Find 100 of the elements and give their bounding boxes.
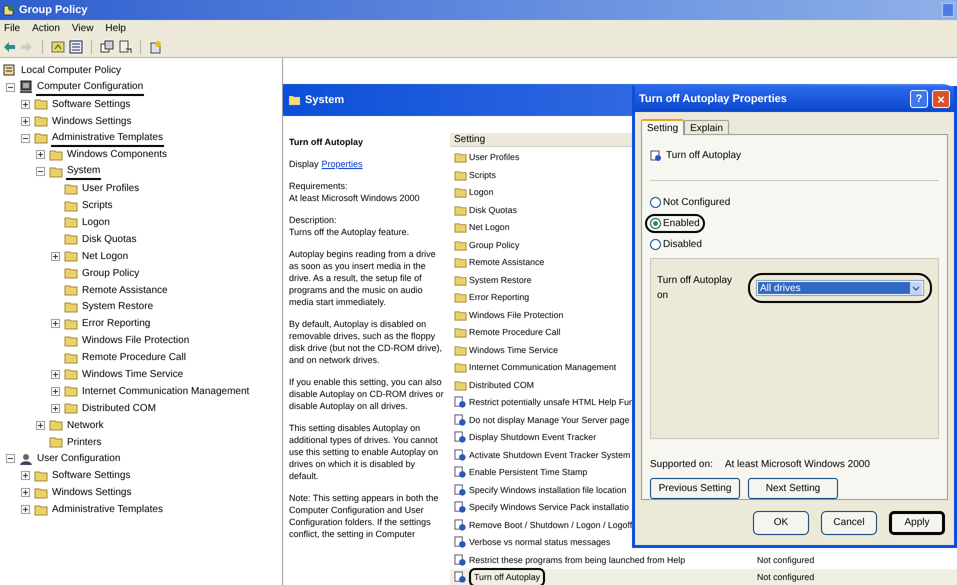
expand-icon[interactable] <box>21 100 30 109</box>
collapse-icon[interactable] <box>21 134 30 142</box>
dialog-button[interactable]: Apply <box>889 510 945 534</box>
expand-icon[interactable] <box>21 471 30 480</box>
tree-item[interactable]: Error Reporting <box>81 316 152 332</box>
setting-name[interactable]: Logon <box>469 186 494 200</box>
tree-item[interactable]: Remote Procedure Call <box>81 350 187 366</box>
tree-item[interactable]: System <box>66 163 102 180</box>
expand-icon[interactable] <box>51 386 60 396</box>
expand-icon[interactable] <box>51 252 60 261</box>
tree-item[interactable]: Network <box>66 418 105 433</box>
description-text: Autoplay begins reading from a drive as soon as you insert media in the drive. As a result, the setup file of programs and the music on audio media start immediately. <box>289 248 437 308</box>
expand-icon[interactable] <box>21 505 30 514</box>
setting-name[interactable]: Net Logon <box>469 221 510 234</box>
radio-button[interactable] <box>650 218 661 230</box>
tree-item[interactable]: Logon <box>81 214 111 230</box>
tree-item[interactable]: Computer Configuration <box>36 78 144 96</box>
description-title: Turn off Autoplay <box>289 136 364 148</box>
tree-item[interactable]: Software Settings <box>51 468 132 484</box>
tree-item[interactable]: Printers <box>66 434 102 450</box>
setting-name[interactable]: Remote Procedure Call <box>469 326 560 340</box>
dialog-button[interactable]: Cancel <box>821 510 877 534</box>
radio-option[interactable]: Disabled <box>648 235 704 254</box>
column-title[interactable]: Setting <box>454 132 486 147</box>
tree-item[interactable]: Windows Components <box>66 147 168 162</box>
tab[interactable]: Explain <box>684 120 729 134</box>
expand-icon[interactable] <box>36 420 45 430</box>
setting-name[interactable]: Activate Shutdown Event Tracker System <box>469 448 630 462</box>
tree-item[interactable]: Windows File Protection <box>81 333 190 348</box>
tree-item[interactable]: Administrative Templates <box>51 502 164 518</box>
tree-item[interactable]: Software Settings <box>51 96 132 112</box>
setting-name[interactable]: Remove Boot / Shutdown / Logon / Logoff <box>469 518 632 532</box>
setting-name[interactable]: Distributed COM <box>469 378 534 392</box>
folder-icon <box>454 151 467 164</box>
menu-item[interactable]: File <box>4 21 20 36</box>
tree-item[interactable]: Net Logon <box>81 248 130 264</box>
tree-item[interactable]: Distributed COM <box>81 400 157 416</box>
setting-name[interactable]: System Restore <box>469 274 532 287</box>
tree-item[interactable]: Windows Settings <box>51 485 132 500</box>
tree-item[interactable]: Administrative Templates <box>51 130 164 147</box>
tab[interactable]: Setting <box>641 119 684 135</box>
tree-item[interactable]: Remote Assistance <box>81 282 169 298</box>
setting-name[interactable]: Do not display Manage Your Server page <box>469 414 630 427</box>
tree-item[interactable]: User Configuration <box>36 451 122 466</box>
back-arrow-icon[interactable] <box>2 40 16 54</box>
drive-dropdown[interactable]: All drives <box>756 280 924 296</box>
setting-row[interactable]: Turn off Autoplay Not configured <box>450 569 957 585</box>
menu-item[interactable]: View <box>72 21 94 36</box>
tree-item[interactable]: Group Policy <box>81 266 140 281</box>
collapse-icon[interactable] <box>6 82 15 92</box>
nav-button[interactable]: Next Setting <box>748 478 838 499</box>
tree-item[interactable]: Scripts <box>81 198 114 214</box>
menu-item[interactable]: Action <box>32 21 60 36</box>
setting-name[interactable]: Specify Windows installation file location <box>469 484 626 497</box>
expand-icon[interactable] <box>36 150 45 160</box>
help-button[interactable]: ? <box>910 90 928 108</box>
tree-item[interactable]: Local Computer Policy <box>20 62 122 78</box>
expand-icon[interactable] <box>51 319 60 328</box>
setting-name[interactable]: Group Policy <box>469 238 520 252</box>
expand-icon[interactable] <box>21 116 30 126</box>
tree-item[interactable]: User Profiles <box>81 181 140 196</box>
setting-name[interactable]: Windows Time Service <box>469 344 558 357</box>
tree-item[interactable]: Disk Quotas <box>81 232 138 247</box>
setting-name[interactable]: Remote Assistance <box>469 256 544 270</box>
setting-name[interactable]: Display Shutdown Event Tracker <box>469 431 596 444</box>
expand-icon[interactable] <box>21 488 30 498</box>
setting-name[interactable]: User Profiles <box>469 151 520 164</box>
collapse-icon[interactable] <box>36 167 45 176</box>
tree-item[interactable]: System Restore <box>81 299 154 314</box>
setting-name[interactable]: Specify Windows Service Pack installatio <box>469 501 629 514</box>
close-button[interactable]: × <box>932 90 950 108</box>
radio-option[interactable]: Enabled <box>645 214 705 234</box>
setting-name[interactable]: Enable Persistent Time Stamp <box>469 466 588 480</box>
setting-name[interactable]: Restrict these programs from being launched from Help <box>469 554 686 567</box>
setting-name[interactable]: Disk Quotas <box>469 204 517 217</box>
windows-icon[interactable] <box>100 40 114 54</box>
setting-name[interactable]: Error Reporting <box>469 291 530 304</box>
menu-item[interactable]: Help <box>105 21 126 36</box>
dialog-button[interactable]: OK <box>753 510 809 534</box>
radio-option[interactable]: Not Configured <box>648 193 732 212</box>
help-document-icon[interactable] <box>149 40 163 54</box>
collapse-icon[interactable] <box>6 454 15 464</box>
setting-name[interactable]: Windows File Protection <box>469 308 564 322</box>
setting-name[interactable]: Turn off Autoplay <box>469 568 546 585</box>
properties-link[interactable]: Properties <box>322 158 363 170</box>
tree-item[interactable]: Windows Time Service <box>81 366 184 382</box>
tree-item[interactable]: Windows Settings <box>51 114 132 129</box>
setting-name[interactable]: Scripts <box>469 168 496 182</box>
expand-icon[interactable] <box>51 370 60 379</box>
tree-item[interactable]: Internet Communication Management <box>81 384 250 399</box>
supported-label: Supported on: <box>650 458 713 472</box>
expand-icon[interactable] <box>51 404 60 413</box>
nav-button[interactable]: Previous Setting <box>650 478 740 499</box>
setting-name[interactable]: Internet Communication Management <box>469 361 616 374</box>
panel-icon[interactable] <box>69 40 83 54</box>
document-icon[interactable] <box>118 40 132 54</box>
radio-button[interactable] <box>650 197 661 208</box>
folder-icon[interactable] <box>51 40 65 54</box>
setting-name[interactable]: Verbose vs normal status messages <box>469 536 610 550</box>
radio-button[interactable] <box>650 239 661 250</box>
